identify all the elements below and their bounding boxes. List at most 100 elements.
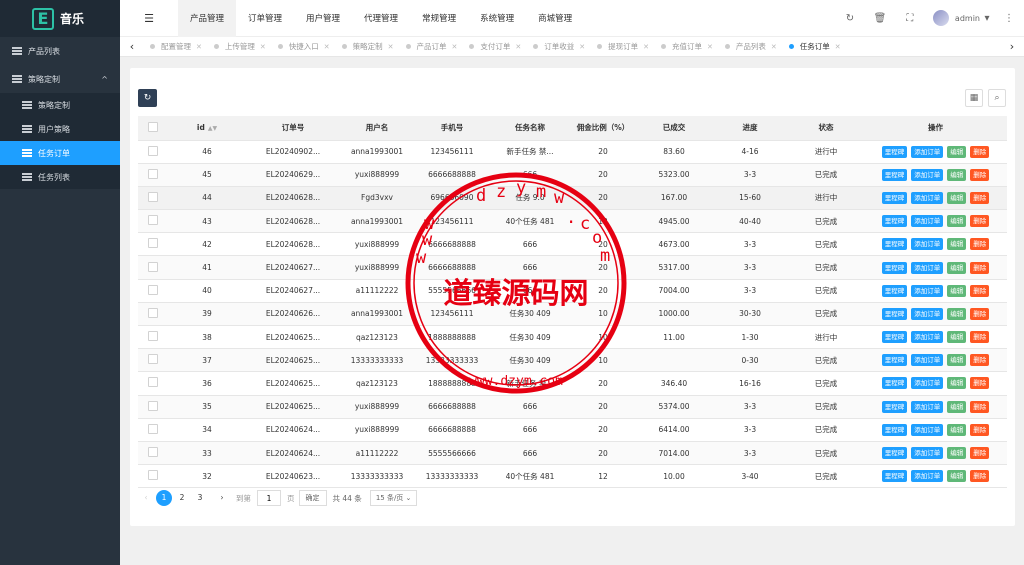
- trash-icon[interactable]: 🗑: [865, 13, 895, 24]
- add-order-button[interactable]: 添加订单: [911, 307, 944, 320]
- delete-button[interactable]: 删除: [970, 145, 990, 158]
- pager-page-2[interactable]: 2: [174, 490, 190, 506]
- close-icon[interactable]: ✕: [260, 43, 266, 51]
- row-checkbox[interactable]: [148, 191, 158, 202]
- add-order-button[interactable]: 添加订单: [911, 354, 944, 367]
- delete-button[interactable]: 删除: [970, 470, 990, 483]
- nav-agent-management[interactable]: 代理管理: [352, 0, 410, 37]
- row-select-cell[interactable]: [138, 255, 168, 280]
- chevron-down-icon[interactable]: ▾: [980, 13, 994, 24]
- row-checkbox[interactable]: [148, 307, 158, 318]
- row-select-cell[interactable]: [138, 163, 168, 187]
- edit-button[interactable]: 编辑: [947, 307, 967, 320]
- row-select-cell[interactable]: [138, 140, 168, 164]
- tab-0[interactable]: 配置管理 ✕: [144, 37, 208, 57]
- select-all-checkbox[interactable]: [148, 121, 158, 132]
- close-icon[interactable]: ✕: [835, 43, 841, 51]
- edit-button[interactable]: 编辑: [947, 284, 967, 297]
- delete-button[interactable]: 删除: [970, 400, 990, 413]
- row-checkbox[interactable]: [148, 215, 158, 226]
- close-icon[interactable]: ✕: [388, 43, 394, 51]
- delete-button[interactable]: 删除: [970, 307, 990, 320]
- add-order-button[interactable]: 添加订单: [911, 215, 944, 228]
- fullscreen-icon[interactable]: ⛶: [895, 13, 925, 24]
- close-icon[interactable]: ✕: [452, 43, 458, 51]
- sidebar-subitem-task-list[interactable]: 任务列表: [0, 165, 120, 189]
- row-checkbox[interactable]: [148, 377, 158, 388]
- row-checkbox[interactable]: [148, 261, 158, 272]
- row-checkbox[interactable]: [148, 423, 158, 434]
- milestone-button[interactable]: 里程碑: [881, 168, 908, 181]
- row-checkbox[interactable]: [148, 354, 158, 365]
- add-order-button[interactable]: 添加订单: [911, 261, 944, 274]
- more-icon[interactable]: ⋮: [994, 13, 1024, 24]
- edit-button[interactable]: 编辑: [947, 331, 967, 344]
- menu-toggle-icon[interactable]: ☰: [120, 12, 178, 25]
- tab-2[interactable]: 快捷入口 ✕: [272, 37, 336, 57]
- edit-button[interactable]: 编辑: [947, 191, 967, 204]
- pager-page-input[interactable]: [257, 490, 281, 506]
- tab-3[interactable]: 策略定制 ✕: [336, 37, 400, 57]
- delete-button[interactable]: 删除: [970, 191, 990, 204]
- nav-order-management[interactable]: 订单管理: [236, 0, 294, 37]
- milestone-button[interactable]: 里程碑: [881, 400, 908, 413]
- row-checkbox[interactable]: [148, 447, 158, 458]
- tabs-next-icon[interactable]: ›: [1000, 40, 1024, 53]
- edit-button[interactable]: 编辑: [947, 400, 967, 413]
- add-order-button[interactable]: 添加订单: [911, 470, 944, 483]
- tab-1[interactable]: 上传管理 ✕: [208, 37, 272, 57]
- delete-button[interactable]: 删除: [970, 284, 990, 297]
- row-checkbox[interactable]: [148, 238, 158, 249]
- pager-next-icon[interactable]: ›: [214, 490, 230, 506]
- pager-size-select[interactable]: 15 条/页 ⌄: [369, 490, 418, 506]
- row-select-cell[interactable]: [138, 395, 168, 419]
- logo[interactable]: E 音乐: [0, 0, 120, 37]
- row-select-cell[interactable]: [138, 232, 168, 257]
- tab-5[interactable]: 支付订单 ✕: [463, 37, 527, 57]
- milestone-button[interactable]: 里程碑: [881, 238, 908, 251]
- sidebar-subitem-task-orders[interactable]: 任务订单: [0, 141, 120, 165]
- tab-7[interactable]: 提现订单 ✕: [591, 37, 655, 57]
- tab-9[interactable]: 产品列表 ✕: [719, 37, 783, 57]
- search-button[interactable]: ⌕: [988, 89, 1006, 107]
- edit-button[interactable]: 编辑: [947, 447, 967, 460]
- sidebar-subitem-strategy-custom[interactable]: 策略定制: [0, 93, 120, 117]
- table-refresh-button[interactable]: ↻: [138, 89, 157, 107]
- delete-button[interactable]: 删除: [970, 447, 990, 460]
- column-toggle-button[interactable]: ▦: [965, 89, 983, 107]
- edit-button[interactable]: 编辑: [947, 377, 967, 390]
- delete-button[interactable]: 删除: [970, 238, 990, 251]
- edit-button[interactable]: 编辑: [947, 238, 967, 251]
- tab-10[interactable]: 任务订单 ✕: [783, 37, 847, 57]
- close-icon[interactable]: ✕: [579, 43, 585, 51]
- close-icon[interactable]: ✕: [324, 43, 330, 51]
- row-select-cell[interactable]: [138, 441, 168, 466]
- tab-8[interactable]: 充值订单 ✕: [655, 37, 719, 57]
- delete-button[interactable]: 删除: [970, 331, 990, 344]
- add-order-button[interactable]: 添加订单: [911, 400, 944, 413]
- nav-general-management[interactable]: 常规管理: [410, 0, 468, 37]
- delete-button[interactable]: 删除: [970, 168, 990, 181]
- row-select-cell[interactable]: [138, 325, 168, 350]
- add-order-button[interactable]: 添加订单: [911, 168, 944, 181]
- row-checkbox[interactable]: [148, 284, 158, 295]
- milestone-button[interactable]: 里程碑: [881, 331, 908, 344]
- row-checkbox[interactable]: [148, 400, 158, 411]
- delete-button[interactable]: 删除: [970, 215, 990, 228]
- pager-page-1[interactable]: 1: [156, 490, 172, 506]
- row-checkbox[interactable]: [148, 168, 158, 179]
- milestone-button[interactable]: 里程碑: [881, 470, 908, 483]
- edit-button[interactable]: 编辑: [947, 215, 967, 228]
- delete-button[interactable]: 删除: [970, 377, 990, 390]
- add-order-button[interactable]: 添加订单: [911, 284, 944, 297]
- tab-6[interactable]: 订单收益 ✕: [527, 37, 591, 57]
- nav-user-management[interactable]: 用户管理: [294, 0, 352, 37]
- milestone-button[interactable]: 里程碑: [881, 191, 908, 204]
- edit-button[interactable]: 编辑: [947, 261, 967, 274]
- row-select-cell[interactable]: [138, 348, 168, 373]
- username[interactable]: admin: [955, 14, 980, 23]
- sidebar-item-strategy[interactable]: 策略定制 ^: [0, 65, 120, 93]
- delete-button[interactable]: 删除: [970, 354, 990, 367]
- milestone-button[interactable]: 里程碑: [881, 284, 908, 297]
- row-select-cell[interactable]: [138, 302, 168, 327]
